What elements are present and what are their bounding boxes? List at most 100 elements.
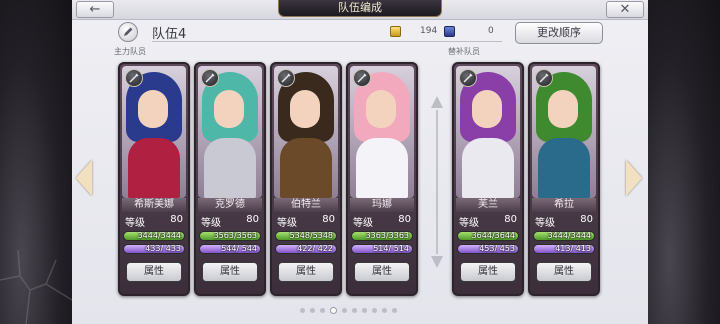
page-dot[interactable] — [362, 307, 367, 313]
arrow-down-icon — [431, 256, 443, 268]
character-card[interactable]: 玛娜 等级 80 3363/3363 514/ 514 属性 — [346, 62, 418, 296]
portrait-face — [548, 90, 578, 128]
level-row: 等级 80 — [277, 214, 335, 229]
portrait-outfit — [280, 138, 332, 198]
portrait-face — [290, 90, 320, 128]
weapon-icon — [125, 69, 143, 87]
attribute-button[interactable]: 属性 — [536, 262, 592, 282]
sp-bar: 422/ 422 — [275, 244, 337, 254]
arrow-up-icon — [431, 96, 443, 108]
character-card[interactable]: 希拉 等级 80 3444/3444 413/ 413 属性 — [528, 62, 600, 296]
hp-bar: 3563/3563 — [199, 231, 261, 241]
sp-bar: 514/ 514 — [351, 244, 413, 254]
background-left — [0, 0, 72, 324]
sword-icon — [129, 73, 139, 83]
party-formation-panel: ← 队伍编成 ✕ 队伍4 194 0 更改顺序 主力队员 替补队员 希斯美娜 等… — [72, 0, 648, 324]
previous-team-arrow[interactable] — [76, 160, 92, 196]
level-value: 80 — [504, 214, 517, 225]
portrait-outfit — [128, 138, 180, 198]
character-name: 希拉 — [532, 198, 596, 212]
level-label: 等级 — [201, 218, 221, 229]
character-portrait[interactable] — [198, 66, 262, 198]
swap-divider — [430, 96, 444, 268]
character-portrait[interactable] — [122, 66, 186, 198]
team-header: 队伍4 194 0 — [116, 20, 503, 44]
level-row: 等级 80 — [535, 214, 593, 229]
character-name: 芙兰 — [456, 198, 520, 212]
blue-crystal-count: 0 — [488, 26, 494, 36]
portrait-face — [472, 90, 502, 128]
sp-bar: 433/ 433 — [123, 244, 185, 254]
edit-team-name-button[interactable] — [118, 22, 138, 42]
character-card[interactable]: 希斯美娜 等级 80 3444/3444 433/ 433 属性 — [118, 62, 190, 296]
attribute-button[interactable]: 属性 — [278, 262, 334, 282]
back-button[interactable]: ← — [76, 1, 114, 18]
divider-line — [436, 110, 438, 254]
hp-bar: 5348/5348 — [275, 231, 337, 241]
page-dot[interactable] — [372, 307, 377, 313]
sp-value: 413/ 413 — [555, 244, 591, 253]
page-dot[interactable] — [352, 307, 357, 313]
level-label: 等级 — [535, 218, 555, 229]
portrait-outfit — [356, 138, 408, 198]
pencil-icon — [124, 27, 133, 36]
team-name: 队伍4 — [152, 27, 187, 42]
sp-value: 514/ 514 — [373, 244, 409, 253]
character-portrait[interactable] — [274, 66, 338, 198]
page-dot[interactable] — [320, 307, 325, 313]
page-dot[interactable] — [330, 306, 337, 314]
level-row: 等级 80 — [459, 214, 517, 229]
sword-icon — [205, 73, 215, 83]
character-portrait[interactable] — [456, 66, 520, 198]
page-dot[interactable] — [392, 307, 397, 313]
sp-value: 422/ 422 — [297, 244, 333, 253]
weapon-icon — [459, 69, 477, 87]
level-row: 等级 80 — [201, 214, 259, 229]
level-label: 等级 — [277, 218, 297, 229]
hp-value: 3363/3363 — [365, 231, 409, 240]
page-dot[interactable] — [310, 307, 315, 313]
portrait-face — [214, 90, 244, 128]
page-dot[interactable] — [382, 307, 387, 313]
attribute-button[interactable]: 属性 — [202, 262, 258, 282]
character-portrait[interactable] — [532, 66, 596, 198]
page-indicator — [300, 306, 440, 314]
level-value: 80 — [246, 214, 259, 225]
hp-value: 3444/3444 — [137, 231, 181, 240]
weapon-icon — [353, 69, 371, 87]
portrait-face — [366, 90, 396, 128]
reorder-button[interactable]: 更改顺序 — [515, 22, 603, 44]
close-button[interactable]: ✕ — [606, 1, 644, 18]
page-dot[interactable] — [300, 307, 305, 313]
level-value: 80 — [322, 214, 335, 225]
attribute-button[interactable]: 属性 — [354, 262, 410, 282]
attribute-button[interactable]: 属性 — [460, 262, 516, 282]
blue-crystal-icon — [444, 26, 455, 37]
next-team-arrow[interactable] — [626, 160, 642, 196]
portrait-outfit — [538, 138, 590, 198]
weapon-icon — [535, 69, 553, 87]
page-dot[interactable] — [342, 307, 347, 313]
hp-value: 3644/3644 — [471, 231, 515, 240]
level-row: 等级 80 — [353, 214, 411, 229]
portrait-face — [138, 90, 168, 128]
page-title: 队伍编成 — [278, 0, 442, 17]
sp-value: 544/ 544 — [221, 244, 257, 253]
attribute-button[interactable]: 属性 — [126, 262, 182, 282]
sp-value: 433/ 433 — [145, 244, 181, 253]
character-name: 克罗德 — [198, 198, 262, 212]
level-label: 等级 — [125, 218, 145, 229]
character-card[interactable]: 克罗德 等级 80 3563/3563 544/ 544 属性 — [194, 62, 266, 296]
character-card[interactable]: 芙兰 等级 80 3644/3644 453/ 453 属性 — [452, 62, 524, 296]
character-card[interactable]: 伯特兰 等级 80 5348/5348 422/ 422 属性 — [270, 62, 342, 296]
team-name-underline — [152, 41, 502, 42]
close-x-icon: ✕ — [619, 2, 631, 17]
level-value: 80 — [170, 214, 183, 225]
sword-icon — [539, 73, 549, 83]
sword-icon — [463, 73, 473, 83]
sp-bar: 413/ 413 — [533, 244, 595, 254]
character-name: 希斯美娜 — [122, 198, 186, 212]
sword-icon — [281, 73, 291, 83]
gold-crystal-icon — [390, 26, 401, 37]
character-portrait[interactable] — [350, 66, 414, 198]
